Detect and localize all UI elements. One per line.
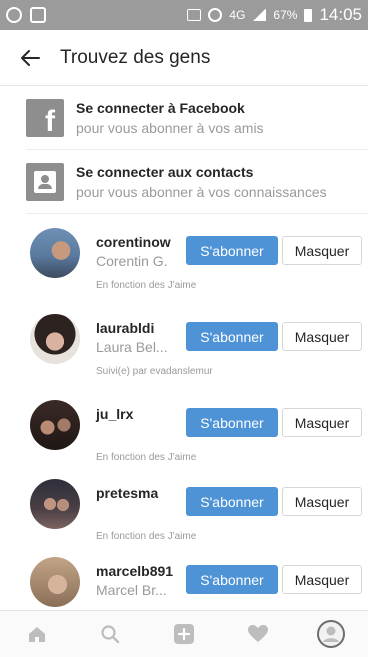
- hide-button[interactable]: Masquer: [282, 565, 362, 594]
- follow-button[interactable]: S'abonner: [186, 322, 278, 351]
- suggestion-reason: En fonction des J'aime: [96, 452, 197, 463]
- battery-icon: [304, 8, 313, 22]
- nav-activity[interactable]: [238, 614, 278, 654]
- hide-button[interactable]: Masquer: [282, 408, 362, 437]
- connect-facebook-subtitle: pour vous abonner à vos amis: [76, 120, 264, 136]
- hide-button[interactable]: Masquer: [282, 487, 362, 516]
- signal-icon: [252, 9, 267, 21]
- username[interactable]: laurabldi: [96, 320, 154, 336]
- mute-icon: [187, 9, 202, 21]
- username[interactable]: corentinow: [96, 234, 171, 250]
- suggestion-reason: Suivi(e) par evadanslemur: [96, 366, 213, 377]
- nav-profile[interactable]: [311, 614, 351, 654]
- suggestion-reason: En fonction des J'aime: [96, 531, 197, 542]
- nav-home[interactable]: [17, 614, 57, 654]
- nav-add[interactable]: [164, 614, 204, 654]
- search-icon: [101, 625, 120, 644]
- hide-button[interactable]: Masquer: [282, 236, 362, 265]
- follow-button[interactable]: S'abonner: [186, 408, 278, 437]
- suggested-user-row: laurabldi Laura Bel... Suivi(e) par evad…: [0, 314, 368, 396]
- heart-icon: [247, 625, 268, 642]
- connect-facebook-title: Se connecter à Facebook: [76, 100, 245, 116]
- full-name: Marcel Br...: [96, 582, 167, 598]
- connect-contacts-subtitle: pour vous abonner à vos connaissances: [76, 184, 327, 200]
- profile-icon: [317, 620, 346, 648]
- connect-contacts-row[interactable]: Se connecter aux contacts pour vous abon…: [0, 150, 368, 214]
- username[interactable]: pretesma: [96, 485, 158, 501]
- suggested-user-row: ju_lrx En fonction des J'aime S'abonner …: [0, 400, 368, 482]
- image-icon: [30, 7, 46, 23]
- app-header: Trouvez des gens: [0, 30, 368, 86]
- username[interactable]: ju_lrx: [96, 406, 133, 422]
- facebook-icon: f: [26, 99, 64, 138]
- full-name: Laura Bel...: [96, 339, 168, 355]
- network-type: 4G: [229, 8, 246, 22]
- nav-search[interactable]: [90, 614, 130, 654]
- clock: 14:05: [319, 5, 362, 24]
- bottom-nav: [0, 610, 368, 657]
- status-bar: 4G 67% 14:05: [0, 0, 368, 30]
- back-button[interactable]: [0, 30, 60, 86]
- full-name: Corentin G.: [96, 253, 168, 269]
- username[interactable]: marcelb891: [96, 563, 173, 579]
- follow-button[interactable]: S'abonner: [186, 565, 278, 594]
- add-icon: [173, 624, 194, 644]
- hide-button[interactable]: Masquer: [282, 322, 362, 351]
- suggested-user-row: corentinow Corentin G. En fonction des J…: [0, 228, 368, 310]
- alarm-icon: [208, 8, 223, 22]
- avatar[interactable]: [30, 228, 80, 278]
- suggested-user-row: pretesma En fonction des J'aime S'abonne…: [0, 479, 368, 561]
- avatar[interactable]: [30, 314, 80, 364]
- contacts-icon: [26, 163, 64, 201]
- whatsapp-icon: [6, 7, 22, 23]
- home-icon: [28, 627, 45, 642]
- connect-contacts-title: Se connecter aux contacts: [76, 164, 254, 180]
- page-title: Trouvez des gens: [60, 46, 211, 68]
- avatar[interactable]: [30, 557, 80, 607]
- suggestion-reason: En fonction des J'aime: [96, 280, 197, 291]
- arrow-left-icon: [21, 49, 40, 66]
- follow-button[interactable]: S'abonner: [186, 236, 278, 265]
- divider: [26, 213, 368, 214]
- battery-level: 67%: [273, 8, 298, 22]
- connect-facebook-row[interactable]: f Se connecter à Facebook pour vous abon…: [0, 86, 368, 150]
- avatar[interactable]: [30, 400, 80, 450]
- avatar[interactable]: [30, 479, 80, 529]
- follow-button[interactable]: S'abonner: [186, 487, 278, 516]
